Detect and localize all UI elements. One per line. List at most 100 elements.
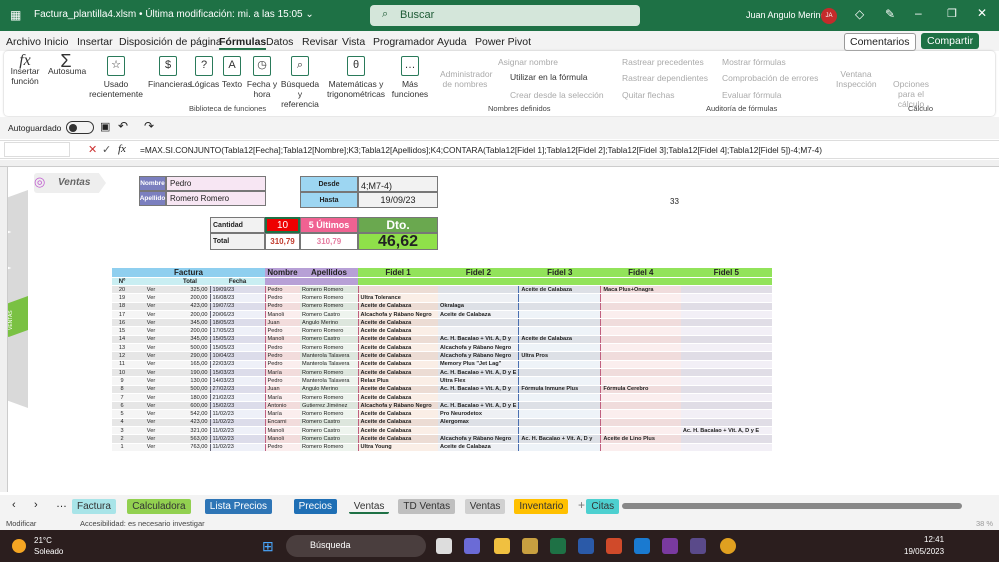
header-total[interactable]: Total bbox=[170, 277, 210, 286]
fecha-button[interactable]: ◷ Fecha y hora bbox=[246, 56, 278, 99]
comentarios-button[interactable]: Comentarios bbox=[844, 33, 916, 51]
name-box[interactable] bbox=[4, 142, 70, 157]
ver-link[interactable]: Ver bbox=[132, 401, 170, 411]
cancel-icon[interactable]: ✕ bbox=[88, 143, 97, 156]
outlook-icon[interactable] bbox=[634, 538, 650, 554]
sheet-tab-inventario[interactable]: Inventario bbox=[514, 499, 569, 514]
ver-link[interactable]: Ver bbox=[132, 426, 170, 436]
utilizar-formula-button[interactable]: Utilizar en la fórmula bbox=[510, 72, 587, 82]
sheet-tab-ventas[interactable]: Ventas bbox=[464, 499, 506, 514]
cantidad-field[interactable]: 10 bbox=[265, 217, 300, 233]
nombre-field[interactable]: Pedro bbox=[166, 176, 266, 191]
tab-power-pivot[interactable]: Power Pivot bbox=[475, 36, 531, 48]
tab-programador[interactable]: Programador bbox=[373, 36, 434, 48]
close-button[interactable]: ✕ bbox=[977, 6, 987, 20]
more-sheets-icon[interactable]: … bbox=[56, 498, 67, 510]
comprobacion-errores-button[interactable]: Comprobación de errores bbox=[722, 73, 818, 83]
administrador-button[interactable]: Administrador de nombres bbox=[440, 69, 492, 89]
tab-formulas[interactable]: Fórmulas bbox=[219, 36, 267, 50]
ver-link[interactable]: Ver bbox=[132, 434, 170, 444]
desde-field[interactable]: 4;M7-4) bbox=[358, 176, 438, 192]
app-icon[interactable] bbox=[464, 538, 480, 554]
ver-link[interactable]: Ver bbox=[132, 285, 170, 295]
ver-link[interactable]: Ver bbox=[132, 326, 170, 336]
redo-icon[interactable]: ↷ bbox=[144, 119, 154, 133]
sheet-tab-td-ventas[interactable]: TD Ventas bbox=[398, 499, 456, 514]
pen-icon[interactable]: ✎ bbox=[885, 7, 895, 21]
check-icon[interactable]: ✓ bbox=[102, 143, 111, 156]
filter-fidel3[interactable] bbox=[518, 277, 601, 286]
header-ver[interactable] bbox=[132, 277, 170, 286]
app-icon[interactable] bbox=[522, 538, 538, 554]
crear-seleccion-button[interactable]: Crear desde la selección bbox=[510, 90, 604, 100]
minimize-button[interactable]: – bbox=[915, 6, 922, 20]
undo-icon[interactable]: ↶ bbox=[118, 119, 128, 133]
powerpoint-icon[interactable] bbox=[606, 538, 622, 554]
prev-sheet-icon[interactable]: ‹ bbox=[12, 499, 16, 511]
app-icon[interactable] bbox=[436, 538, 452, 554]
ver-link[interactable]: Ver bbox=[132, 393, 170, 403]
compartir-button[interactable]: Compartir bbox=[921, 33, 980, 49]
tab-ayuda[interactable]: Ayuda bbox=[437, 36, 467, 48]
filter-apellidos[interactable] bbox=[300, 277, 358, 286]
quitar-flechas-button[interactable]: Quitar flechas bbox=[622, 90, 674, 100]
sheet-tab-factura[interactable]: Factura bbox=[72, 499, 116, 514]
avatar[interactable]: JA bbox=[821, 8, 837, 24]
horizontal-scrollbar[interactable] bbox=[622, 503, 962, 509]
filter-fidel1[interactable] bbox=[358, 277, 438, 286]
windows-icon[interactable]: ⊞ bbox=[262, 538, 274, 555]
tab-datos[interactable]: Datos bbox=[266, 36, 293, 48]
next-sheet-icon[interactable]: › bbox=[34, 499, 38, 511]
restore-button[interactable]: ❐ bbox=[947, 7, 957, 20]
mas-funciones-button[interactable]: … Más funciones bbox=[390, 56, 430, 99]
zoom-level[interactable]: 38 % bbox=[976, 519, 993, 528]
diamond-icon[interactable]: ◇ bbox=[855, 7, 864, 21]
ver-link[interactable]: Ver bbox=[132, 409, 170, 419]
ver-link[interactable]: Ver bbox=[132, 310, 170, 320]
ver-link[interactable]: Ver bbox=[132, 443, 170, 452]
ventana-inspeccion-button[interactable]: Ventana Inspección bbox=[836, 69, 877, 89]
taskbar-search[interactable]: Búsqueda bbox=[286, 535, 426, 557]
autosuma-button[interactable]: Σ Autosuma bbox=[48, 52, 86, 76]
filter-fidel4[interactable] bbox=[600, 277, 681, 286]
texto-button[interactable]: A Texto bbox=[220, 56, 244, 89]
tab-revisar[interactable]: Revisar bbox=[302, 36, 338, 48]
apellido-field[interactable]: Romero Romero bbox=[166, 191, 266, 206]
header-fecha[interactable]: Fecha bbox=[210, 277, 265, 286]
tab-insertar[interactable]: Insertar bbox=[77, 36, 113, 48]
rastrear-dependientes-button[interactable]: Rastrear dependientes bbox=[622, 73, 708, 83]
fx-icon[interactable]: fx bbox=[118, 143, 126, 155]
sheet-tab-lista-precios[interactable]: Lista Precios bbox=[204, 499, 273, 514]
ver-link[interactable]: Ver bbox=[132, 385, 170, 394]
financieras-button[interactable]: $ Financieras bbox=[148, 56, 192, 89]
ver-link[interactable]: Ver bbox=[132, 368, 170, 378]
add-sheet-button[interactable]: + bbox=[578, 498, 585, 512]
logicas-button[interactable]: ? Lógicas bbox=[190, 56, 219, 89]
evaluar-formula-button[interactable]: Evaluar fórmula bbox=[722, 90, 782, 100]
filter-nombre[interactable] bbox=[265, 277, 300, 286]
ver-link[interactable]: Ver bbox=[132, 318, 170, 328]
explorer-icon[interactable] bbox=[494, 538, 510, 554]
tab-vista[interactable]: Vista bbox=[342, 36, 365, 48]
ver-link[interactable]: Ver bbox=[132, 302, 170, 311]
ver-link[interactable]: Ver bbox=[132, 360, 170, 369]
asignar-nombre-button[interactable]: Asignar nombre bbox=[498, 57, 558, 67]
tab-archivo[interactable]: Archivo bbox=[6, 36, 41, 48]
filter-fidel2[interactable] bbox=[438, 277, 519, 286]
tab-disposicion[interactable]: Disposición de página bbox=[119, 36, 222, 48]
ver-link[interactable]: Ver bbox=[132, 351, 170, 361]
file-title[interactable]: Factura_plantilla4.xlsm • Última modific… bbox=[34, 9, 314, 20]
matematicas-button[interactable]: θ Matemáticas y trigonométricas bbox=[324, 56, 388, 99]
sheet-tab-precios[interactable]: Precios bbox=[293, 499, 337, 514]
insertar-funcion-button[interactable]: fx Insertar función bbox=[10, 53, 40, 87]
ver-link[interactable]: Ver bbox=[132, 376, 170, 386]
rastrear-precedentes-button[interactable]: Rastrear precedentes bbox=[622, 57, 704, 67]
ver-link[interactable]: Ver bbox=[132, 418, 170, 428]
tab-inicio[interactable]: Inicio bbox=[44, 36, 69, 48]
sheet-tab-citas[interactable]: Citas bbox=[586, 499, 620, 514]
mostrar-formulas-button[interactable]: Mostrar fórmulas bbox=[722, 57, 786, 67]
search-box[interactable]: ⌕ Buscar bbox=[370, 5, 640, 26]
hasta-field[interactable]: 19/09/23 bbox=[358, 192, 438, 208]
formula-input[interactable]: =MAX.SI.CONJUNTO(Tabla12[Fecha];Tabla12[… bbox=[140, 145, 822, 155]
sheet-tab-calculadora[interactable]: Calculadora bbox=[127, 499, 191, 514]
